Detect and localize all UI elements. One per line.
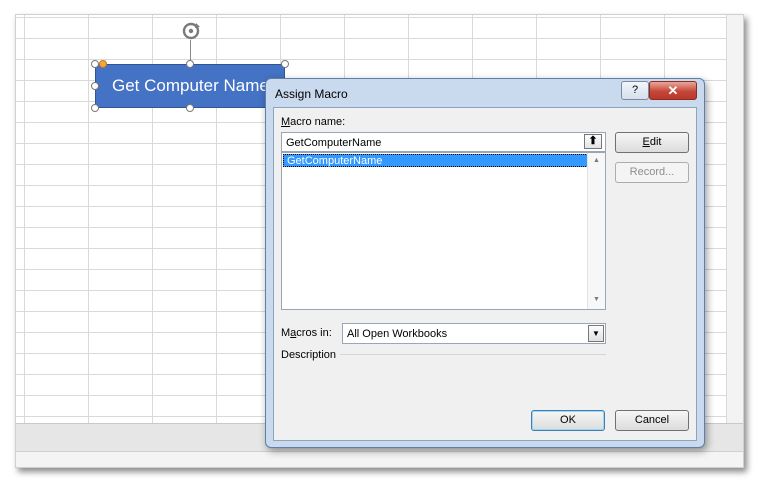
list-scrollbar[interactable]: ▲ ▼	[587, 153, 605, 309]
dialog-title: Assign Macro	[275, 87, 348, 101]
scroll-down-icon[interactable]: ▼	[593, 296, 600, 303]
resize-handle-top[interactable]	[186, 60, 194, 68]
status-bar	[16, 451, 743, 467]
macros-in-value: All Open Workbooks	[347, 328, 448, 340]
macros-in-label: Macros in:	[281, 327, 332, 339]
description-divider	[340, 354, 606, 355]
list-item[interactable]: GetComputerName	[283, 154, 588, 167]
edit-button[interactable]: Edit	[615, 132, 689, 153]
resize-handle-top-right[interactable]	[281, 60, 289, 68]
close-button[interactable]: ✕	[649, 81, 697, 100]
shape-label: Get Computer Name	[112, 76, 269, 95]
description-label: Description	[281, 349, 337, 361]
collapse-dialog-button[interactable]: ⬆	[584, 134, 602, 149]
resize-handle-bottom-left[interactable]	[91, 104, 99, 112]
ok-button[interactable]: OK	[531, 410, 605, 431]
up-arrow-icon: ⬆	[588, 135, 598, 147]
scroll-up-icon[interactable]: ▲	[593, 157, 600, 164]
vertical-scrollbar[interactable]	[726, 15, 743, 423]
macros-in-select[interactable]: All Open Workbooks ▼	[342, 323, 606, 344]
assign-macro-dialog: Assign Macro ? ✕ Macro name: GetComputer…	[265, 78, 705, 448]
resize-handle-left[interactable]	[91, 82, 99, 90]
resize-handle-bottom[interactable]	[186, 104, 194, 112]
help-button[interactable]: ?	[621, 81, 649, 100]
macro-list[interactable]: GetComputerName ▲ ▼	[281, 152, 606, 310]
chevron-down-icon[interactable]: ▼	[588, 325, 604, 342]
rotate-handle-icon[interactable]	[179, 19, 203, 43]
dialog-body: Macro name: GetComputerName ⬆ GetCompute…	[273, 107, 697, 441]
dialog-titlebar[interactable]: Assign Macro ? ✕	[266, 79, 704, 107]
cancel-button[interactable]: Cancel	[615, 410, 689, 431]
adjust-handle[interactable]	[99, 60, 107, 68]
macro-name-label: Macro name:	[281, 116, 346, 128]
resize-handle-top-left[interactable]	[91, 60, 99, 68]
get-computer-name-shape[interactable]: Get Computer Name	[95, 64, 285, 108]
macro-name-input[interactable]: GetComputerName	[281, 132, 606, 152]
record-button[interactable]: Record...	[615, 162, 689, 183]
